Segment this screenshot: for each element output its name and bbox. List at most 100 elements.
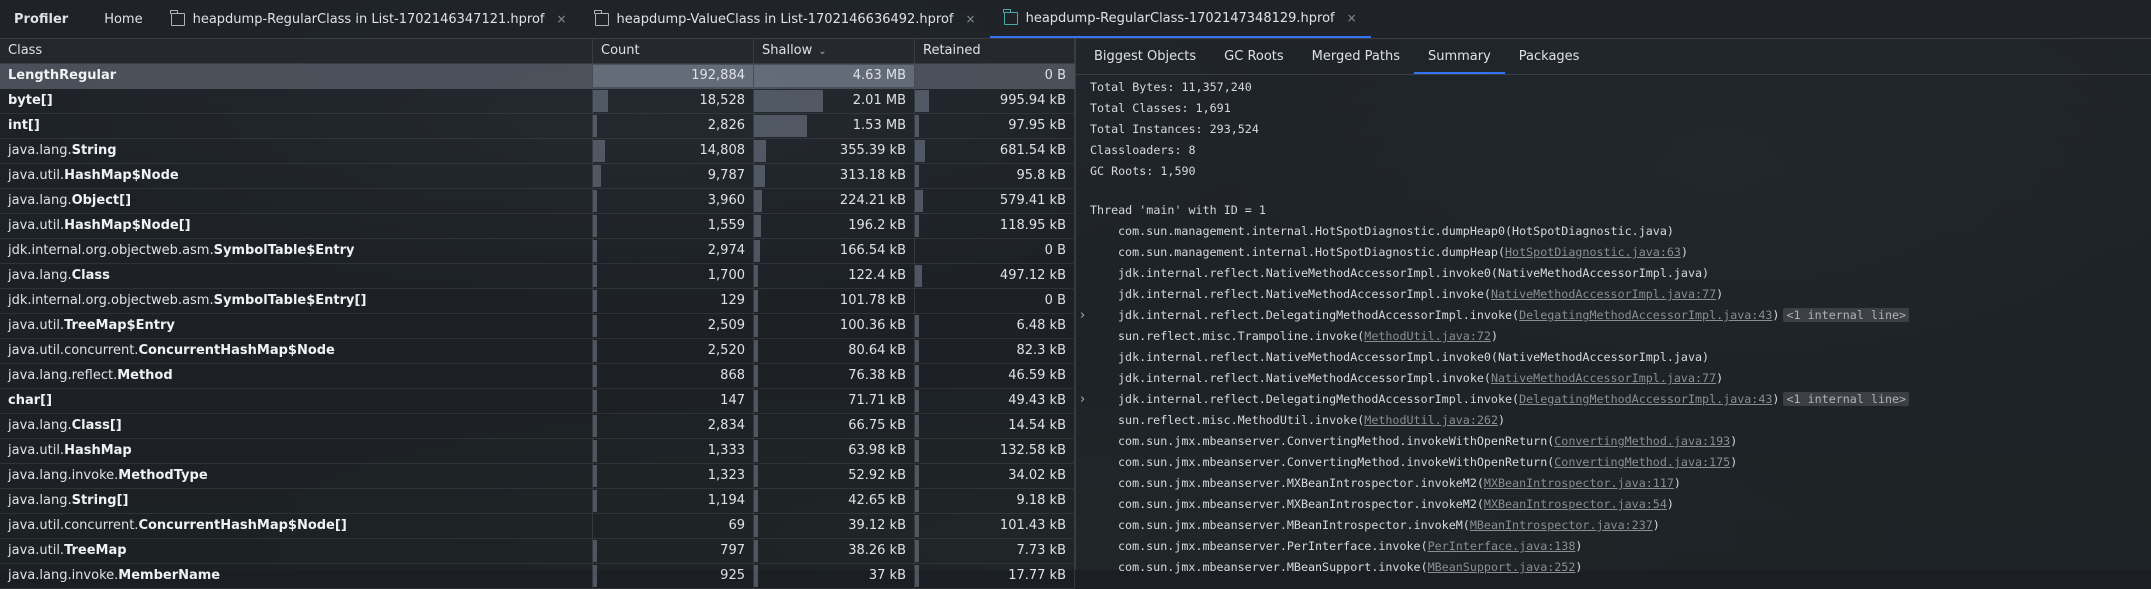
editor-tab[interactable]: heapdump-RegularClass in List-1702146347…: [157, 0, 581, 38]
size-bar: [593, 240, 597, 262]
count-cell-value: 2,826: [707, 118, 745, 133]
expand-chevron-icon[interactable]: ›: [1080, 389, 1085, 410]
shallow-size-cell-value: 76.38 kB: [848, 368, 906, 383]
editor-tab[interactable]: heapdump-RegularClass-1702147348129.hpro…: [989, 0, 1371, 38]
table-row[interactable]: int[] 2,826 1.53 MB 97.95 kB: [0, 114, 1075, 139]
shallow-size-cell: 39.12 kB: [754, 514, 915, 538]
table-row[interactable]: java.util.concurrent.ConcurrentHashMap$N…: [0, 339, 1075, 364]
frame-suffix: ): [1497, 413, 1506, 427]
source-link[interactable]: MBeanIntrospector.java:237: [1470, 518, 1653, 532]
frame-method: sun.reflect.misc.MethodUtil.invoke(: [1118, 413, 1365, 427]
class-package: java.lang.reflect.: [8, 368, 118, 383]
editor-tab[interactable]: Home: [90, 0, 156, 38]
class-package: java.util.: [8, 218, 65, 233]
table-row[interactable]: java.lang.invoke.MemberName 925 37 kB 17.77…: [0, 564, 1075, 589]
shallow-size-cell-value: 196.2 kB: [848, 218, 906, 233]
table-row[interactable]: java.util.HashMap$Node 9,787 313.18 kB 95.8…: [0, 164, 1075, 189]
table-row[interactable]: java.lang.String[] 1,194 42.65 kB 9.18 kB: [0, 489, 1075, 514]
stack-frame: › jdk.internal.reflect.DelegatingMethodAc…: [1076, 305, 2151, 326]
column-header-count[interactable]: Count: [593, 39, 754, 63]
close-tab-icon[interactable]: ×: [556, 12, 566, 26]
shallow-size-cell: 196.2 kB: [754, 214, 915, 238]
class-name-cell: char[]: [0, 389, 593, 413]
size-bar: [915, 165, 919, 187]
count-cell-value: 2,520: [707, 343, 745, 358]
shallow-size-cell: 37 kB: [754, 564, 915, 588]
column-header-shallow[interactable]: Shallow ⌄: [754, 39, 915, 63]
column-header-class[interactable]: Class: [0, 39, 593, 63]
size-bar: [593, 365, 597, 387]
source-link[interactable]: MXBeanIntrospector.java:54: [1484, 497, 1667, 511]
frame-method: jdk.internal.reflect.DelegatingMethodAcc…: [1118, 392, 1520, 406]
count-cell-value: 1,333: [707, 443, 745, 458]
close-tab-icon[interactable]: ×: [966, 12, 976, 26]
expand-chevron-icon[interactable]: ›: [1080, 305, 1085, 326]
retained-size-cell-value: 101.43 kB: [999, 518, 1066, 533]
close-tab-icon[interactable]: ×: [1347, 11, 1357, 25]
frame-method: jdk.internal.reflect.NativeMethodAccesso…: [1118, 266, 1498, 280]
internal-lines-hint[interactable]: <1 internal line>: [1783, 392, 1910, 406]
source-link[interactable]: NativeMethodAccessorImpl.java:77: [1491, 371, 1716, 385]
thread-header: Thread 'main' with ID = 1: [1090, 203, 1266, 217]
count-cell-value: 1,559: [707, 218, 745, 233]
count-cell: 3,960: [593, 189, 754, 213]
table-row[interactable]: java.lang.Object[] 3,960 224.21 kB 579.41 k…: [0, 189, 1075, 214]
table-row[interactable]: java.lang.String 14,808 355.39 kB 681.54 kB: [0, 139, 1075, 164]
size-bar: [593, 565, 597, 587]
retained-size-cell: 46.59 kB: [915, 364, 1075, 388]
stack-frame: com.sun.jmx.mbeanserver.PerInterface.inv…: [1076, 536, 2151, 557]
table-row[interactable]: java.util.concurrent.ConcurrentHashMap$N…: [0, 514, 1075, 539]
class-simple-name: Class[]: [71, 418, 122, 433]
source-link[interactable]: PerInterface.java:138: [1428, 539, 1576, 553]
source-link[interactable]: ConvertingMethod.java:175: [1554, 455, 1730, 469]
table-row[interactable]: java.util.HashMap$Node[] 1,559 196.2 kB 118…: [0, 214, 1075, 239]
details-tab[interactable]: Summary: [1413, 39, 1505, 74]
shallow-size-cell: 71.71 kB: [754, 389, 915, 413]
details-tab[interactable]: GC Roots: [1210, 39, 1298, 74]
source-link[interactable]: NativeMethodAccessorImpl.java:77: [1491, 287, 1716, 301]
source-link[interactable]: MethodUtil.java:72: [1364, 329, 1491, 343]
editor-tab-label: heapdump-ValueClass in List-170214663649…: [616, 11, 954, 27]
details-tab[interactable]: Merged Paths: [1298, 39, 1414, 74]
shallow-size-cell-value: 39.12 kB: [848, 518, 906, 533]
count-cell: 69: [593, 514, 754, 538]
table-row[interactable]: java.util.TreeMap$Entry 2,509 100.36 kB 6.4…: [0, 314, 1075, 339]
source-link[interactable]: HotSpotDiagnostic.java:63: [1505, 245, 1681, 259]
size-bar: [915, 315, 919, 337]
size-bar: [593, 140, 605, 162]
details-tab[interactable]: Biggest Objects: [1080, 39, 1210, 74]
table-row[interactable]: byte[] 18,528 2.01 MB 995.94 kB: [0, 89, 1075, 114]
count-cell-value: 3,960: [707, 193, 745, 208]
table-row[interactable]: LengthRegular 192,884 4.63 MB 0 B: [0, 64, 1075, 89]
table-row[interactable]: java.util.HashMap 1,333 63.98 kB 132.58 kB: [0, 439, 1075, 464]
table-row[interactable]: java.lang.Class[] 2,834 66.75 kB 14.54 kB: [0, 414, 1075, 439]
editor-tab[interactable]: heapdump-ValueClass in List-170214663649…: [581, 0, 990, 38]
editor-tab[interactable]: Profiler: [0, 0, 90, 38]
size-bar: [593, 190, 597, 212]
column-header-retained[interactable]: Retained: [915, 39, 1075, 63]
source-link[interactable]: DelegatingMethodAccessorImpl.java:43: [1519, 392, 1772, 406]
table-row[interactable]: char[] 147 71.71 kB 49.43 kB: [0, 389, 1075, 414]
table-row[interactable]: java.util.TreeMap 797 38.26 kB 7.73 kB: [0, 539, 1075, 564]
details-tab[interactable]: Packages: [1505, 39, 1594, 74]
table-row[interactable]: java.lang.reflect.Method 868 76.38 kB 46.59…: [0, 364, 1075, 389]
source-link[interactable]: MBeanSupport.java:252: [1428, 560, 1576, 574]
class-name-cell: java.util.HashMap: [0, 439, 593, 463]
frame-suffix: ): [1716, 287, 1724, 301]
frame-suffix: ): [1730, 455, 1738, 469]
count-cell: 14,808: [593, 139, 754, 163]
stack-frame: com.sun.management.internal.HotSpotDiagn…: [1076, 242, 2151, 263]
retained-size-cell: 0 B: [915, 64, 1075, 88]
internal-lines-hint[interactable]: <1 internal line>: [1783, 308, 1910, 322]
retained-size-cell-value: 97.95 kB: [1008, 118, 1066, 133]
table-row[interactable]: java.lang.Class 1,700 122.4 kB 497.12 kB: [0, 264, 1075, 289]
source-link[interactable]: DelegatingMethodAccessorImpl.java:43: [1519, 308, 1772, 322]
table-row[interactable]: java.lang.invoke.MethodType 1,323 52.92 kB…: [0, 464, 1075, 489]
source-link[interactable]: ConvertingMethod.java:193: [1554, 434, 1730, 448]
table-row[interactable]: jdk.internal.org.objectweb.asm.SymbolTab…: [0, 289, 1075, 314]
source-link[interactable]: MXBeanIntrospector.java:117: [1484, 476, 1674, 490]
size-bar: [915, 340, 919, 362]
retained-size-cell-value: 118.95 kB: [999, 218, 1066, 233]
source-link[interactable]: MethodUtil.java:262: [1364, 413, 1498, 427]
table-row[interactable]: jdk.internal.org.objectweb.asm.SymbolTab…: [0, 239, 1075, 264]
